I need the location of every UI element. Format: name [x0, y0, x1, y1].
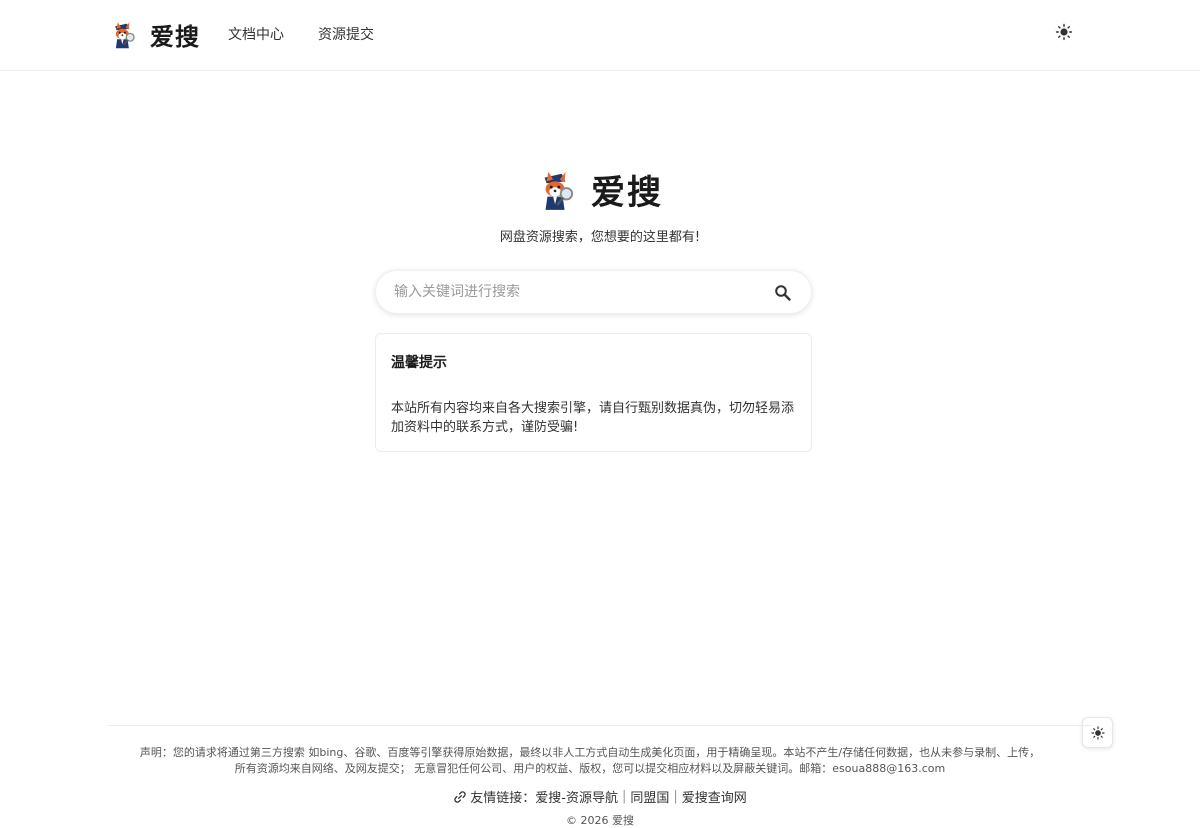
- brand[interactable]: 爱搜: [110, 16, 200, 52]
- footer-disclaimer: 声明：您的请求将通过第三方搜索 如bing、谷歌、百度等引擎获得原始数据，最终以…: [110, 745, 1070, 777]
- hero-subtitle: 网盘资源搜索，您想要的这里都有!: [499, 230, 701, 245]
- notice-card: 温馨提示 本站所有内容均来自各大搜索引擎，请自行甄别数据真伪，切勿轻易添加资料中…: [375, 333, 812, 452]
- sun-icon[interactable]: [1054, 22, 1074, 42]
- friend-link-aisou-nav[interactable]: 爱搜-资源导航: [535, 787, 618, 806]
- theme-toggle-button[interactable]: [1082, 717, 1113, 748]
- sun-icon: [1090, 725, 1105, 740]
- search-input[interactable]: [394, 271, 764, 313]
- link-icon: [454, 790, 466, 803]
- hero-brand: 爱搜: [0, 166, 1200, 213]
- copyright: © 2026 爱搜: [566, 814, 634, 827]
- fox-detective-logo-icon: [544, 171, 574, 210]
- search-icon[interactable]: [774, 284, 792, 302]
- friend-link-aisou-query[interactable]: 爱搜查询网: [682, 787, 747, 806]
- top-header: 爱搜 文档中心 资源提交: [0, 0, 1200, 71]
- link-separator: |: [621, 789, 627, 804]
- footer-divider: [108, 725, 1092, 726]
- notice-body: 本站所有内容均来自各大搜索引擎，请自行甄别数据真伪，切勿轻易添加资料中的联系方式…: [391, 401, 795, 435]
- nav-link-docs[interactable]: 文档中心: [228, 24, 284, 44]
- friend-link-tongmengguo[interactable]: 同盟国: [630, 787, 669, 806]
- brand-name: 爱搜: [150, 22, 200, 51]
- disclaimer-line: 声明：您的请求将通过第三方搜索 如bing、谷歌、百度等引擎获得原始数据，最终以…: [139, 746, 1041, 759]
- search-box: [375, 270, 812, 314]
- fox-detective-logo-icon: [115, 22, 135, 49]
- notice-title: 温馨提示: [391, 355, 447, 371]
- link-separator: |: [673, 789, 678, 804]
- friend-links: 友情链接： 爱搜-资源导航 | 同盟国 | 爱搜查询网: [0, 787, 1200, 806]
- nav-link-submit[interactable]: 资源提交: [318, 24, 374, 44]
- disclaimer-line: 所有资源均来自网络、及网友提交； 无意冒犯任何公司、用户的权益、版权，您可以提交…: [234, 762, 946, 775]
- hero-title: 爱搜: [591, 172, 663, 213]
- friends-label: 友情链接：: [470, 791, 536, 806]
